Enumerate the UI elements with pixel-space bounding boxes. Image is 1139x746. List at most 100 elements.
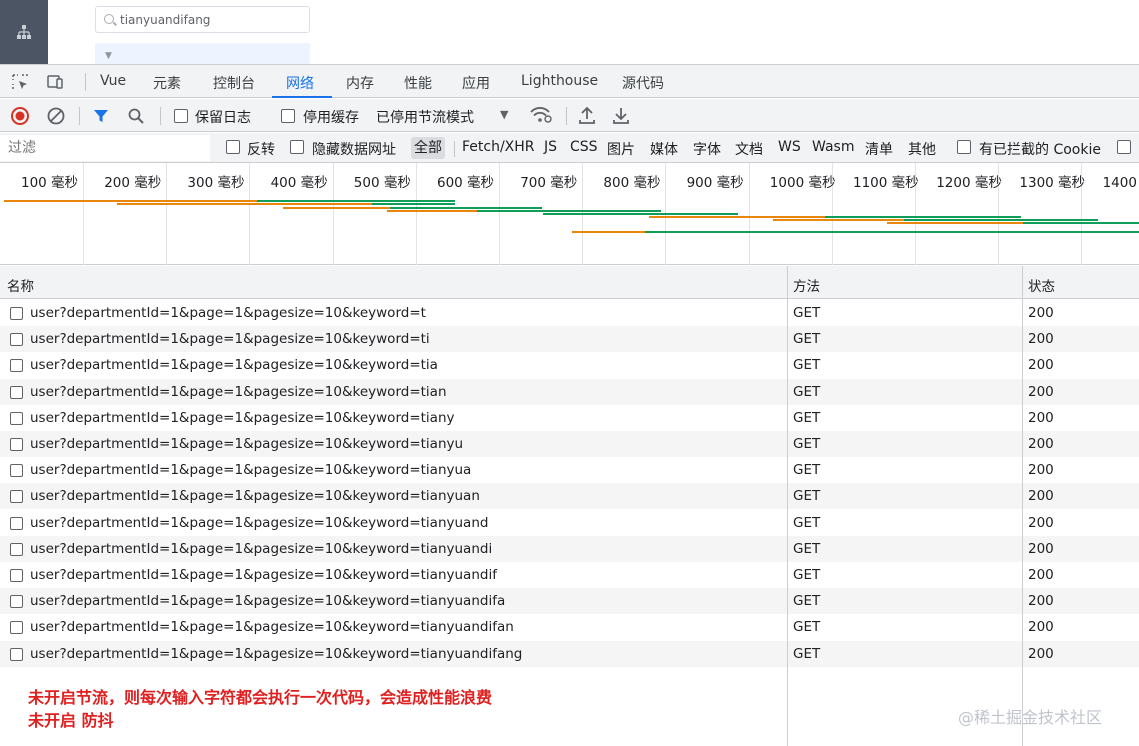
timeline-request-bar	[390, 207, 542, 209]
type-filter-manifest[interactable]: 清单	[865, 139, 893, 159]
app-header: ▼	[0, 0, 1139, 64]
type-filter-img[interactable]: 图片	[607, 139, 635, 159]
timeline-tick-label: 900 毫秒	[686, 175, 744, 191]
timeline-gridline	[249, 163, 251, 265]
network-conditions-icon[interactable]	[529, 105, 553, 125]
timeline-request-bar	[645, 231, 1139, 233]
timeline-tick-label: 500 毫秒	[353, 175, 411, 191]
divider	[85, 73, 86, 91]
request-status: 200	[1028, 540, 1054, 557]
column-header-name[interactable]: 名称	[7, 275, 34, 295]
search-icon[interactable]	[127, 107, 145, 125]
request-name: user?departmentId=1&page=1&pagesize=10&k…	[30, 593, 506, 610]
filter-input[interactable]	[0, 135, 210, 161]
type-filter-js[interactable]: JS	[544, 139, 557, 155]
department-tree-node[interactable]: ▼	[95, 43, 310, 64]
timeline-request-bar	[904, 219, 1098, 221]
timeline-request-bar	[4, 200, 257, 202]
type-filter-other[interactable]: 其他	[908, 139, 936, 159]
clear-icon[interactable]	[46, 106, 66, 126]
table-row[interactable]: user?departmentId=1&page=1&pagesize=10&k…	[0, 562, 1139, 588]
watermark: @稀土掘金技术社区	[958, 708, 1103, 727]
tab-lighthouse[interactable]: Lighthouse	[521, 73, 598, 89]
type-filter-doc[interactable]: 文档	[735, 139, 763, 159]
timeline-tick-label: 1000 毫秒	[769, 175, 836, 191]
column-divider[interactable]	[1022, 266, 1023, 746]
tab-sources[interactable]: 源代码	[622, 73, 664, 93]
device-toolbar-icon[interactable]	[46, 73, 64, 91]
column-divider[interactable]	[787, 266, 788, 746]
table-row[interactable]: user?departmentId=1&page=1&pagesize=10&k…	[0, 483, 1139, 510]
type-filter-wasm[interactable]: Wasm	[812, 139, 854, 155]
request-type-icon	[10, 464, 23, 478]
request-name: user?departmentId=1&page=1&pagesize=10&k…	[30, 619, 514, 636]
table-row[interactable]: user?departmentId=1&page=1&pagesize=10&k…	[0, 326, 1139, 353]
network-filter-bar: 反转 隐藏数据网址 全部 Fetch/XHR JS CSS 图片 媒体 字体 文…	[0, 133, 1139, 163]
timeline-tick-label: 300 毫秒	[187, 175, 245, 191]
disable-cache-checkbox[interactable]	[281, 109, 295, 123]
type-filter-css[interactable]: CSS	[570, 139, 598, 155]
type-filter-media[interactable]: 媒体	[650, 139, 678, 159]
tab-elements[interactable]: 元素	[153, 73, 181, 93]
timeline-request-bar	[825, 216, 1021, 218]
hide-data-urls-checkbox[interactable]	[290, 140, 304, 154]
invert-checkbox[interactable]	[226, 140, 240, 154]
request-status: 200	[1028, 331, 1054, 348]
preserve-log-checkbox[interactable]	[174, 109, 188, 123]
tab-vue[interactable]: Vue	[100, 73, 126, 89]
table-row[interactable]: user?departmentId=1&page=1&pagesize=10&k…	[0, 614, 1139, 640]
blocked-requests-checkbox[interactable]	[1117, 140, 1131, 154]
table-row[interactable]: user?departmentId=1&page=1&pagesize=10&k…	[0, 431, 1139, 457]
request-type-icon	[10, 621, 23, 635]
timeline-request-bar	[257, 200, 455, 202]
request-method: GET	[793, 436, 821, 452]
tab-application[interactable]: 应用	[462, 73, 490, 93]
timeline-request-bar	[572, 231, 645, 233]
request-status: 200	[1028, 357, 1054, 374]
table-row[interactable]: user?departmentId=1&page=1&pagesize=10&k…	[0, 535, 1139, 562]
type-filter-fetch-xhr[interactable]: Fetch/XHR	[462, 139, 535, 155]
search-icon	[104, 14, 114, 24]
blocked-cookies-checkbox[interactable]	[957, 140, 971, 154]
request-status: 200	[1028, 409, 1054, 426]
import-har-icon[interactable]	[578, 105, 596, 125]
type-filter-font[interactable]: 字体	[693, 139, 721, 159]
department-search-box[interactable]	[95, 6, 310, 33]
chevron-down-icon[interactable]: ▼	[500, 108, 508, 121]
type-filter-ws[interactable]: WS	[778, 139, 801, 155]
tab-network[interactable]: 网络	[286, 73, 314, 93]
throttling-select[interactable]: 已停用节流模式	[376, 107, 474, 127]
table-row[interactable]: user?departmentId=1&page=1&pagesize=10&k…	[0, 510, 1139, 536]
table-row[interactable]: user?departmentId=1&page=1&pagesize=10&k…	[0, 588, 1139, 615]
tab-memory[interactable]: 内存	[346, 73, 374, 93]
tab-console[interactable]: 控制台	[213, 73, 255, 93]
record-stop-icon[interactable]	[10, 106, 30, 126]
inspect-element-icon[interactable]	[11, 73, 29, 91]
table-row[interactable]: user?departmentId=1&page=1&pagesize=10&k…	[0, 352, 1139, 378]
request-name: user?departmentId=1&page=1&pagesize=10&k…	[30, 462, 472, 479]
type-filter-all[interactable]: 全部	[411, 137, 445, 159]
request-table-header: 名称 方法 状态	[0, 266, 1139, 299]
preserve-log-label: 保留日志	[195, 110, 251, 126]
table-row[interactable]: user?departmentId=1&page=1&pagesize=10&k…	[0, 640, 1139, 667]
column-header-method[interactable]: 方法	[793, 275, 820, 295]
timeline-request-bar	[372, 203, 455, 205]
tab-performance[interactable]: 性能	[404, 73, 432, 93]
table-row[interactable]: user?departmentId=1&page=1&pagesize=10&k…	[0, 405, 1139, 431]
table-row[interactable]: user?departmentId=1&page=1&pagesize=10&k…	[0, 378, 1139, 405]
network-timeline-overview[interactable]: 100 毫秒 200 毫秒 300 毫秒 400 毫秒 500 毫秒 600 毫秒 700 …	[0, 163, 1139, 265]
filter-icon[interactable]	[92, 107, 110, 125]
column-header-status[interactable]: 状态	[1028, 275, 1055, 295]
request-type-icon	[10, 385, 23, 399]
request-method: GET	[793, 488, 821, 505]
app-sidebar[interactable]	[0, 0, 48, 64]
request-status: 200	[1028, 619, 1054, 636]
table-row[interactable]: user?departmentId=1&page=1&pagesize=10&k…	[0, 300, 1139, 326]
active-tab-indicator	[272, 96, 332, 98]
export-har-icon[interactable]	[612, 105, 630, 125]
request-type-icon	[10, 333, 23, 347]
table-row[interactable]: user?departmentId=1&page=1&pagesize=10&k…	[0, 457, 1139, 483]
timeline-tick-label: 400 毫秒	[270, 175, 328, 191]
department-search-input[interactable]	[120, 11, 300, 29]
request-status: 200	[1028, 436, 1054, 452]
